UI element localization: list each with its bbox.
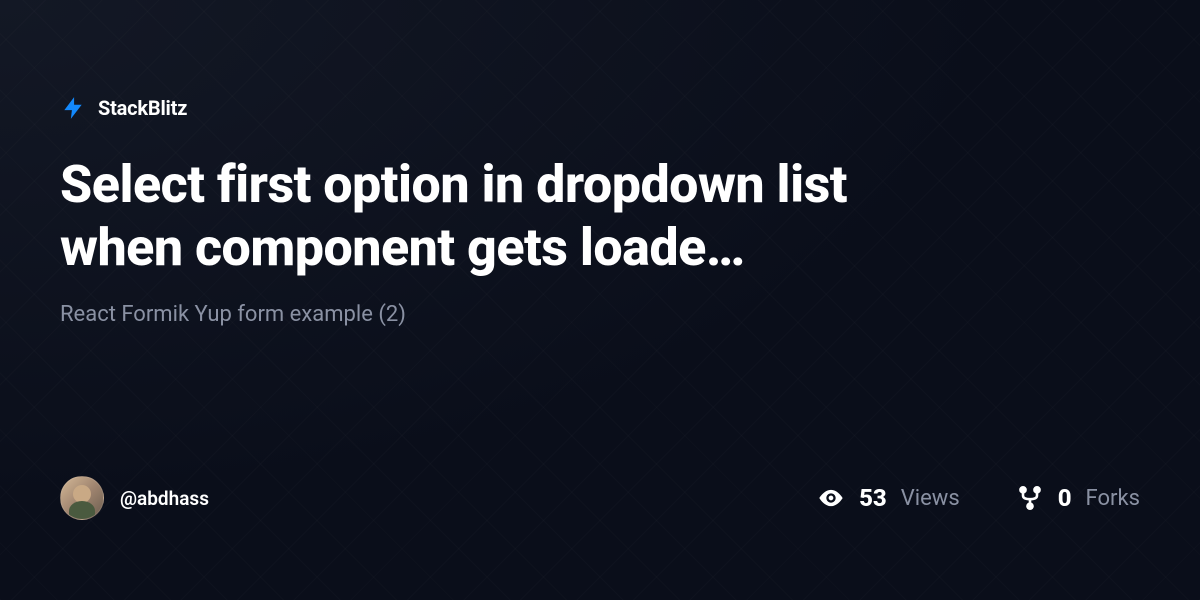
- project-card: StackBlitz Select first option in dropdo…: [60, 95, 1140, 327]
- forks-label: Forks: [1086, 486, 1140, 511]
- forks-value: 0: [1058, 484, 1072, 512]
- author-username: @abdhass: [120, 487, 209, 510]
- stats-row: 53 Views 0 Forks: [817, 484, 1140, 512]
- brand-row: StackBlitz: [60, 95, 1140, 121]
- avatar: [60, 476, 104, 520]
- views-label: Views: [901, 486, 960, 511]
- author-block[interactable]: @abdhass: [60, 476, 209, 520]
- views-stat: 53 Views: [817, 484, 960, 512]
- project-title: Select first option in dropdown list whe…: [60, 153, 980, 280]
- fork-icon: [1016, 484, 1044, 512]
- forks-stat: 0 Forks: [1016, 484, 1140, 512]
- bolt-icon: [60, 95, 86, 121]
- views-value: 53: [859, 484, 887, 512]
- project-subtitle: React Formik Yup form example (2): [60, 302, 1140, 327]
- footer-row: @abdhass 53 Views 0 Forks: [60, 476, 1140, 520]
- eye-icon: [817, 484, 845, 512]
- brand-name: StackBlitz: [98, 96, 187, 120]
